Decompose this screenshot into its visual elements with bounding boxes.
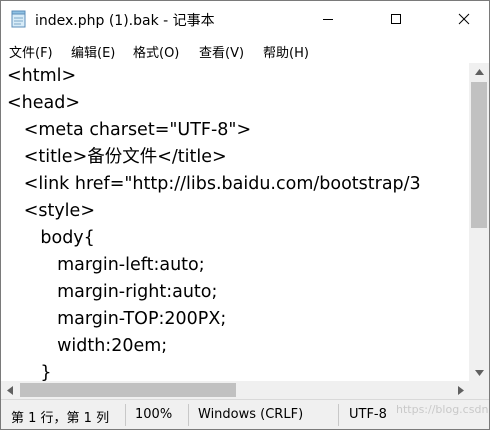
scrollbar-corner [469,381,489,399]
encoding: UTF-8 [349,407,387,422]
menu-bar: 文件(F) 编辑(E) 格式(O) 查看(V) 帮助(H) [1,37,489,63]
code-line: <meta charset="UTF-8"> [7,120,252,140]
close-button[interactable] [441,1,487,37]
notepad-app-icon [11,10,27,28]
notepad-window: index.php (1).bak - 记事本 文件(F) 编辑(E) 格式(O… [0,0,490,430]
code-line: <head> [7,93,81,113]
code-line: width:20em; [7,336,168,356]
minimize-icon [323,19,333,20]
code-line: margin-TOP:200PX; [7,309,227,329]
line-ending: Windows (CRLF) [198,407,304,422]
code-line: body{ [7,228,95,248]
status-divider [338,404,339,426]
code-line: } [7,363,52,381]
title-bar[interactable]: index.php (1).bak - 记事本 [1,1,489,37]
status-divider [188,404,189,426]
menu-view[interactable]: 查看(V) [199,42,244,61]
watermark: https://blog.csdn.net/qq_4... [396,403,489,416]
close-icon [458,13,470,25]
maximize-button[interactable] [373,1,419,37]
scroll-left-button[interactable] [1,381,18,399]
menu-format[interactable]: 格式(O) [133,42,179,61]
cursor-position: 第 1 行，第 1 列 [11,411,110,426]
vertical-scroll-thumb[interactable] [471,82,487,228]
scroll-up-button[interactable] [469,63,489,80]
menu-edit[interactable]: 编辑(E) [71,42,115,61]
horizontal-scroll-thumb[interactable] [20,383,236,397]
code-line: <link href="http://libs.baidu.com/bootst… [7,174,421,194]
menu-file[interactable]: 文件(F) [9,42,53,61]
code-line: margin-right:auto; [7,282,218,302]
text-editor-area[interactable]: <html> <head> <meta charset="UTF-8"> <ti… [1,63,469,381]
code-line: <title>备份文件</title> [7,147,227,167]
scroll-right-button[interactable] [452,381,469,399]
code-line: <html> [7,66,77,86]
horizontal-scrollbar[interactable] [1,381,469,399]
chevron-up-icon [474,68,484,75]
status-divider [125,404,126,426]
menu-help[interactable]: 帮助(H) [263,42,309,61]
chevron-down-icon [474,369,484,376]
code-line: margin-left:auto; [7,255,205,275]
chevron-right-icon [457,385,464,395]
window-title: index.php (1).bak - 记事本 [35,13,215,29]
maximize-icon [391,14,401,24]
chevron-left-icon [6,385,13,395]
code-line: <style> [7,201,95,221]
vertical-scrollbar[interactable] [469,63,489,381]
scroll-down-button[interactable] [469,364,489,381]
zoom-level: 100% [135,407,173,422]
minimize-button[interactable] [305,1,351,37]
